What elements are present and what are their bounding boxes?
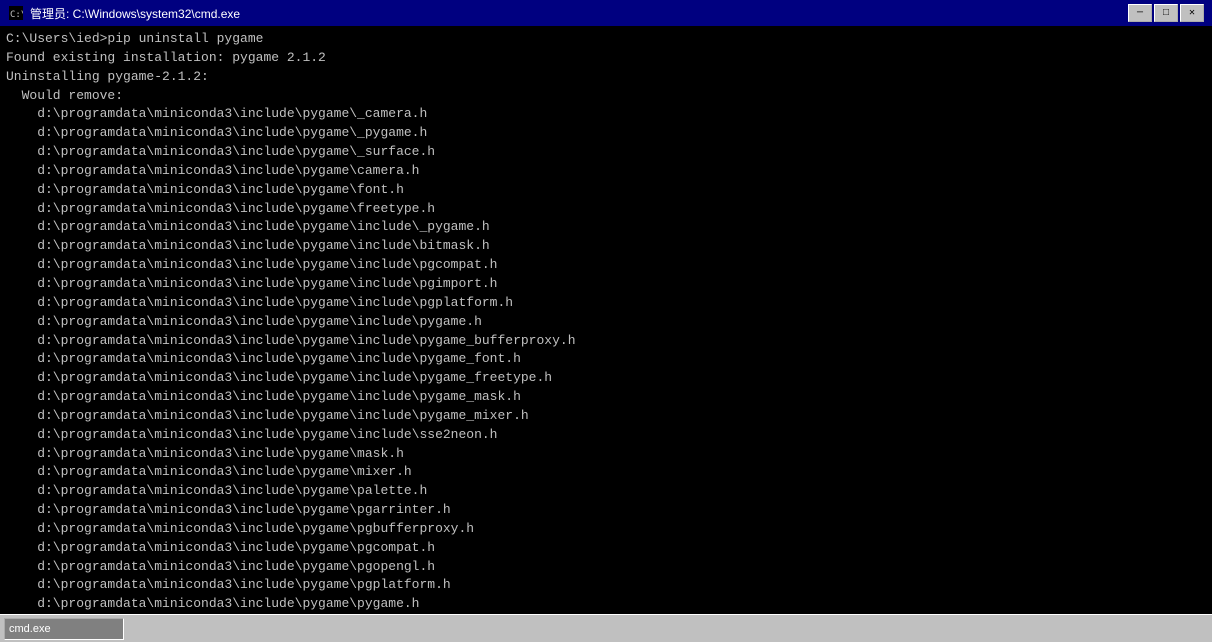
terminal-line: C:\Users\ied>pip uninstall pygame <box>6 30 1206 49</box>
terminal-line: d:\programdata\miniconda3\include\pygame… <box>6 501 1206 520</box>
title-bar-left: C:\ 管理员: C:\Windows\system32\cmd.exe <box>8 5 240 22</box>
window-title: 管理员: C:\Windows\system32\cmd.exe <box>30 5 240 22</box>
terminal-line: d:\programdata\miniconda3\include\pygame… <box>6 445 1206 464</box>
terminal-line: d:\programdata\miniconda3\include\pygame… <box>6 143 1206 162</box>
terminal-line: d:\programdata\miniconda3\include\pygame… <box>6 558 1206 577</box>
terminal-line: Uninstalling pygame-2.1.2: <box>6 68 1206 87</box>
terminal-line: d:\programdata\miniconda3\include\pygame… <box>6 407 1206 426</box>
title-bar: C:\ 管理员: C:\Windows\system32\cmd.exe ─ □… <box>0 0 1212 26</box>
terminal-line: d:\programdata\miniconda3\include\pygame… <box>6 124 1206 143</box>
terminal-line: d:\programdata\miniconda3\include\pygame… <box>6 275 1206 294</box>
terminal-line: d:\programdata\miniconda3\include\pygame… <box>6 426 1206 445</box>
terminal-line: d:\programdata\miniconda3\include\pygame… <box>6 576 1206 595</box>
terminal-output: C:\Users\ied>pip uninstall pygameFound e… <box>0 26 1212 614</box>
terminal-line: d:\programdata\miniconda3\include\pygame… <box>6 463 1206 482</box>
terminal-line: d:\programdata\miniconda3\include\pygame… <box>6 313 1206 332</box>
svg-text:C:\: C:\ <box>10 10 23 20</box>
terminal-line: d:\programdata\miniconda3\include\pygame… <box>6 218 1206 237</box>
terminal-line: d:\programdata\miniconda3\include\pygame… <box>6 162 1206 181</box>
terminal-line: d:\programdata\miniconda3\include\pygame… <box>6 181 1206 200</box>
terminal-line: d:\programdata\miniconda3\include\pygame… <box>6 332 1206 351</box>
cmd-icon: C:\ <box>8 5 24 21</box>
terminal-line: d:\programdata\miniconda3\include\pygame… <box>6 520 1206 539</box>
taskbar-label: cmd.exe <box>9 623 51 635</box>
terminal-line: d:\programdata\miniconda3\include\pygame… <box>6 350 1206 369</box>
terminal-line: d:\programdata\miniconda3\include\pygame… <box>6 482 1206 501</box>
terminal-line: d:\programdata\miniconda3\include\pygame… <box>6 237 1206 256</box>
terminal-line: d:\programdata\miniconda3\include\pygame… <box>6 388 1206 407</box>
minimize-button[interactable]: ─ <box>1128 4 1152 22</box>
window-controls: ─ □ ✕ <box>1128 4 1204 22</box>
maximize-button[interactable]: □ <box>1154 4 1178 22</box>
terminal-line: d:\programdata\miniconda3\include\pygame… <box>6 105 1206 124</box>
terminal-line: d:\programdata\miniconda3\include\pygame… <box>6 595 1206 614</box>
taskbar-app[interactable]: cmd.exe <box>4 618 124 640</box>
terminal-line: Would remove: <box>6 87 1206 106</box>
terminal-line: d:\programdata\miniconda3\include\pygame… <box>6 369 1206 388</box>
terminal-line: Found existing installation: pygame 2.1.… <box>6 49 1206 68</box>
terminal-line: d:\programdata\miniconda3\include\pygame… <box>6 200 1206 219</box>
cmd-window: C:\ 管理员: C:\Windows\system32\cmd.exe ─ □… <box>0 0 1212 642</box>
taskbar: cmd.exe <box>0 614 1212 642</box>
close-button[interactable]: ✕ <box>1180 4 1204 22</box>
terminal-line: d:\programdata\miniconda3\include\pygame… <box>6 539 1206 558</box>
terminal-line: d:\programdata\miniconda3\include\pygame… <box>6 256 1206 275</box>
terminal-line: d:\programdata\miniconda3\include\pygame… <box>6 294 1206 313</box>
